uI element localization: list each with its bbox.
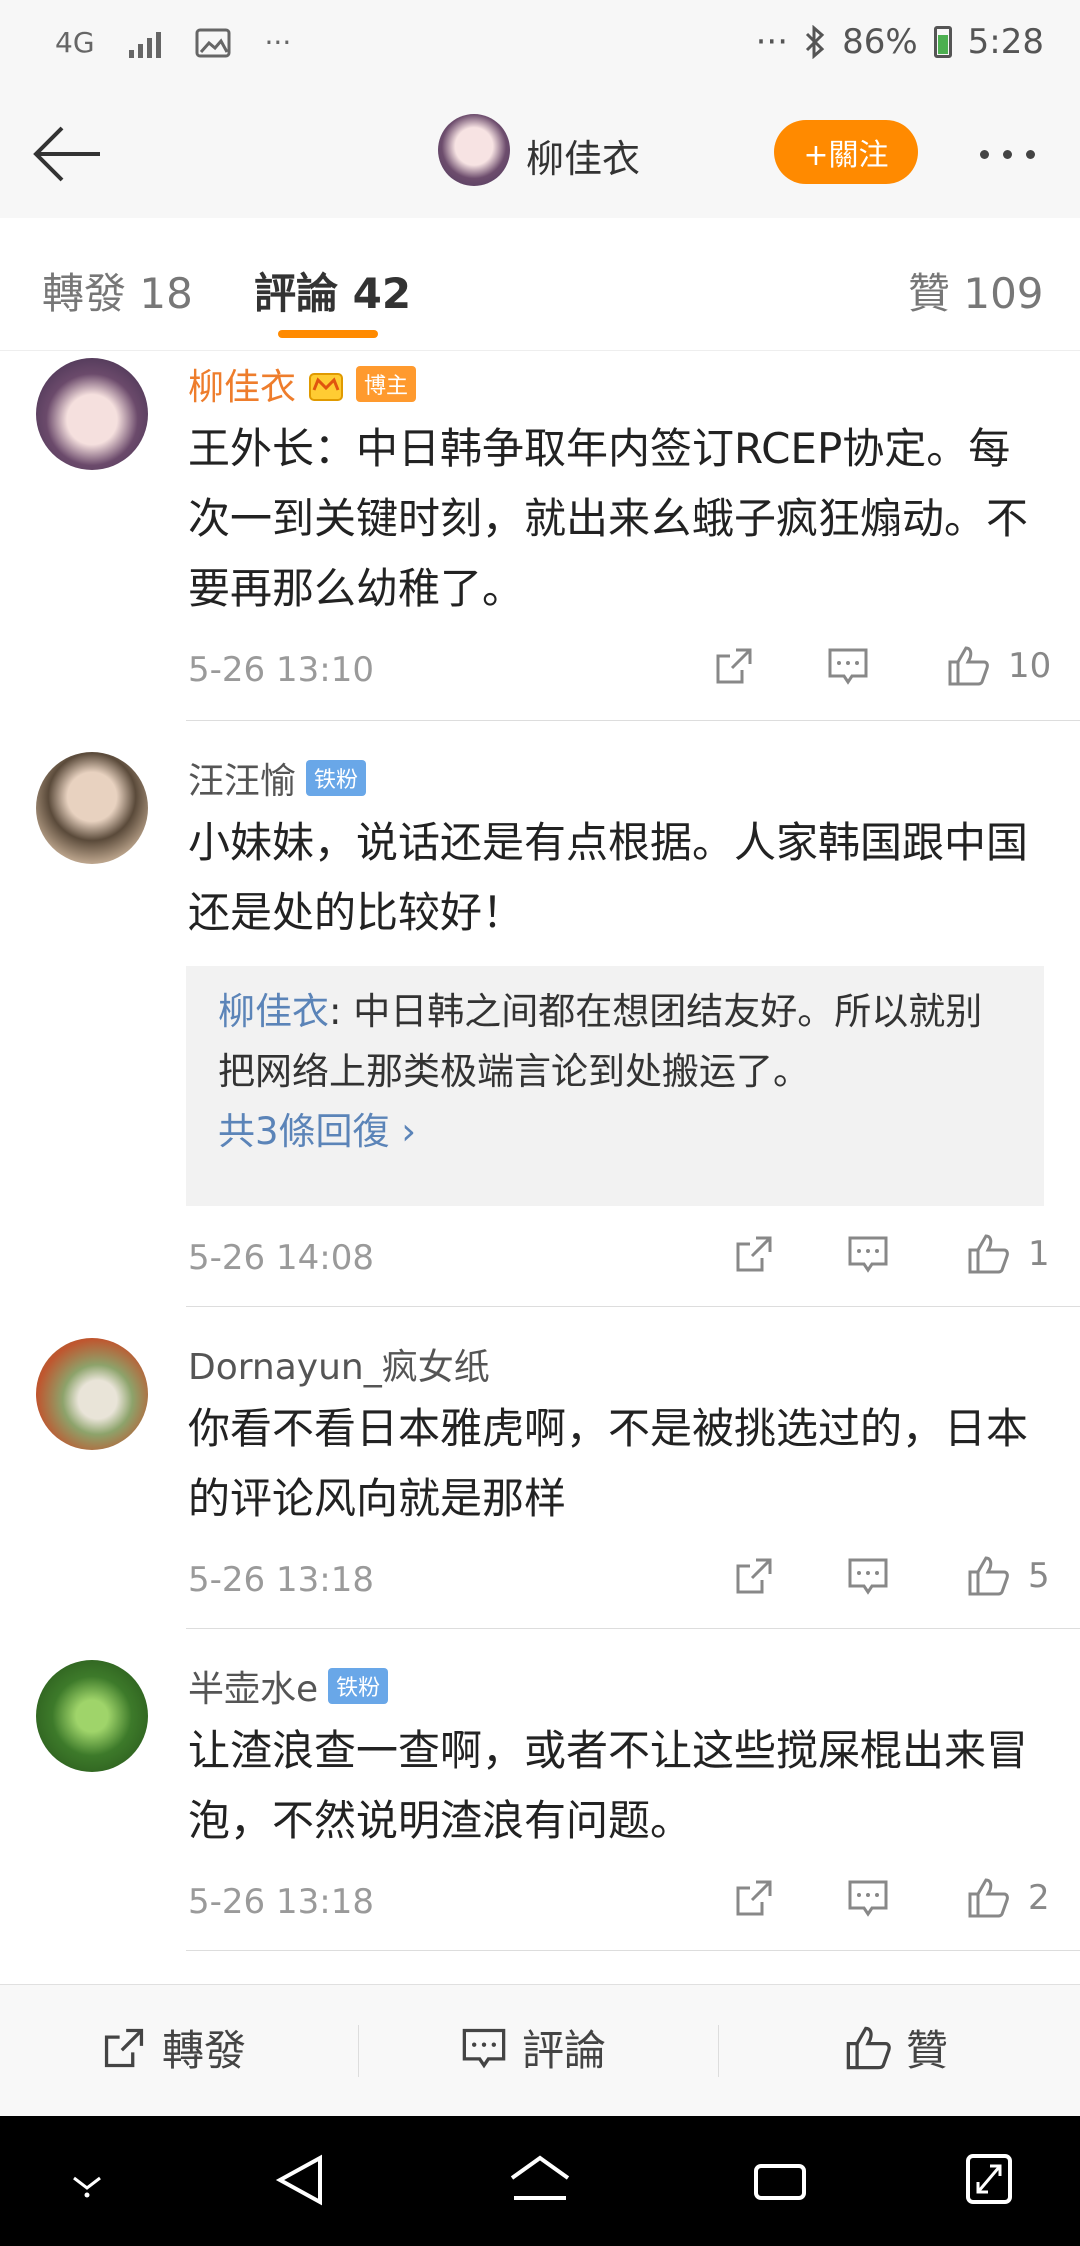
comment-time: 5-26 14:08 — [188, 1238, 374, 1278]
like-icon[interactable] — [966, 1554, 1010, 1598]
divider — [186, 1950, 1080, 1951]
hide-keyboard-icon[interactable] — [66, 2164, 108, 2200]
share-icon[interactable] — [732, 1554, 776, 1598]
comment-username[interactable]: 柳佳衣 — [188, 358, 296, 410]
tab-bar: 轉發 18 評論 42 贊 109 — [0, 218, 1080, 351]
comment-username[interactable]: Dornayun_疯女纸 — [188, 1338, 490, 1390]
share-icon[interactable] — [732, 1232, 776, 1276]
like-label: 贊 — [906, 2026, 949, 2075]
comment-time: 5-26 13:18 — [188, 1560, 374, 1600]
view-replies-link[interactable]: 共3條回復 › — [218, 1110, 416, 1153]
avatar[interactable] — [36, 1338, 148, 1450]
avatar[interactable] — [36, 752, 148, 864]
comment-text: 王外长：中日韩争取年内签订RCEP协定。每次一到关键时刻，就出来幺蛾子疯狂煽动。… — [188, 424, 1029, 613]
comment-time: 5-26 13:10 — [188, 650, 374, 690]
reply-icon[interactable] — [826, 644, 870, 688]
system-nav-bar — [0, 2116, 1080, 2246]
back-arrow-icon[interactable] — [30, 122, 104, 186]
divider — [186, 1628, 1080, 1629]
comment-text: 小妹妹，说话还是有点根据。人家韩国跟中国还是处的比较好！ — [188, 818, 1029, 937]
like-icon[interactable] — [966, 1876, 1010, 1920]
like-count: 5 — [1028, 1556, 1050, 1596]
like-count: 2 — [1028, 1878, 1050, 1918]
avatar[interactable] — [36, 1660, 148, 1772]
status-bar: 4G ··· ··· 86% 5:28 — [0, 0, 1080, 92]
more-options-icon[interactable] — [980, 150, 1035, 159]
comment-label: 評論 — [522, 2026, 607, 2075]
tab-likes[interactable]: 贊 109 — [908, 260, 1044, 321]
image-icon — [195, 28, 231, 57]
like-button[interactable]: 贊 — [844, 2017, 948, 2078]
signal-icon — [128, 28, 161, 58]
expand-icon[interactable] — [964, 2150, 1014, 2208]
home-nav-icon[interactable] — [508, 2152, 572, 2208]
repost-label: 轉發 — [162, 2026, 247, 2075]
like-count: 10 — [1008, 646, 1052, 686]
comment-button[interactable]: 評論 — [460, 2017, 606, 2078]
divider — [186, 720, 1080, 721]
battery-icon — [933, 26, 952, 58]
share-icon[interactable] — [712, 644, 756, 688]
reply-preview[interactable]: 柳佳衣: 中日韩之间都在想团结友好。所以就别把网络上那类极端言论到处搬运了。 共… — [186, 966, 1044, 1206]
comment-username[interactable]: 汪汪愉 — [188, 752, 296, 804]
share-icon — [104, 2028, 144, 2067]
network-type: 4G — [55, 26, 95, 59]
like-icon — [846, 2026, 891, 2069]
share-icon[interactable] — [732, 1876, 776, 1920]
reply-username[interactable]: 柳佳衣 — [218, 990, 329, 1033]
top-nav: 柳佳衣 +關注 — [0, 92, 1080, 219]
crown-icon — [309, 373, 344, 401]
divider — [186, 1306, 1080, 1307]
reply-icon[interactable] — [846, 1232, 890, 1276]
comment-text: 让渣浪查一查啊，或者不让这些搅屎棍出来冒泡，不然说明渣浪有问题。 — [188, 1726, 1029, 1845]
active-tab-indicator — [278, 330, 378, 338]
tab-repost[interactable]: 轉發 18 — [42, 260, 193, 321]
author-badge: 博主 — [356, 366, 417, 402]
avatar[interactable] — [36, 358, 148, 470]
more-notifications-icon: ··· — [264, 26, 292, 59]
battery-percent: 86% — [842, 22, 918, 62]
recent-apps-icon[interactable] — [752, 2156, 808, 2206]
divider — [358, 2025, 359, 2077]
fan-badge: 铁粉 — [328, 1668, 389, 1704]
follow-button[interactable]: +關注 — [774, 120, 918, 184]
reply-icon[interactable] — [846, 1876, 890, 1920]
comment-text: 你看不看日本雅虎啊，不是被挑选过的，日本的评论风向就是那样 — [188, 1404, 1029, 1523]
clock: 5:28 — [967, 22, 1044, 62]
fan-badge: 铁粉 — [306, 760, 367, 796]
reply-icon[interactable] — [846, 1554, 890, 1598]
bottom-action-bar: 轉發 評論 贊 — [0, 1984, 1080, 2117]
tab-comments[interactable]: 評論 42 — [254, 260, 411, 321]
comment-time: 5-26 13:18 — [188, 1882, 374, 1922]
author-avatar[interactable] — [438, 114, 510, 186]
repost-button[interactable]: 轉發 — [100, 2017, 246, 2078]
divider — [718, 2025, 719, 2077]
bluetooth-icon — [806, 25, 825, 59]
comment-icon — [462, 2028, 506, 2068]
back-nav-icon[interactable] — [272, 2152, 328, 2208]
reply-text: : 中日韩之间都在想团结友好。所以就别把网络上那类极端言论到处搬运了。 — [218, 990, 983, 1093]
like-icon[interactable] — [946, 644, 990, 688]
comment-username[interactable]: 半壶水e — [188, 1660, 318, 1712]
like-count: 1 — [1028, 1234, 1050, 1274]
like-icon[interactable] — [966, 1232, 1010, 1276]
more-status-icon: ··· — [755, 22, 789, 62]
author-name[interactable]: 柳佳衣 — [526, 128, 640, 183]
